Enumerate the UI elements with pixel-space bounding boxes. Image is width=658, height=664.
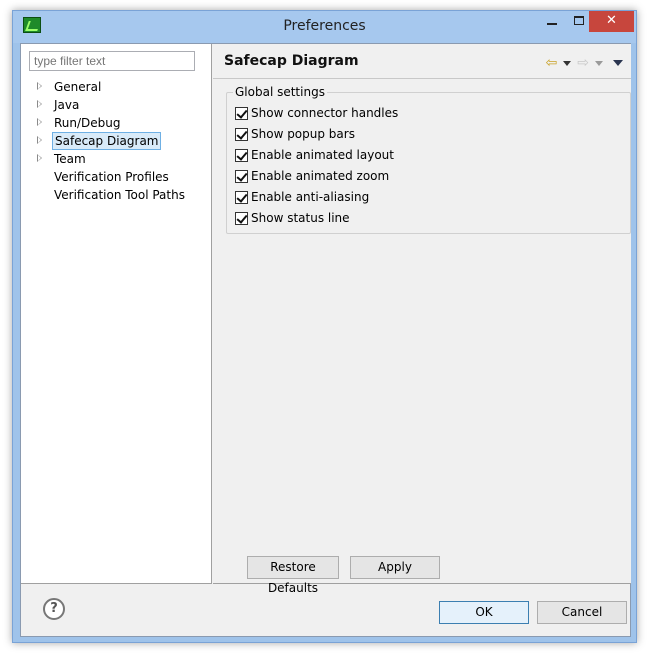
minimize-button[interactable] (539, 11, 565, 32)
tree-item-verification-tool-paths[interactable]: Verification Tool Paths (21, 186, 211, 204)
tree-item-label: Safecap Diagram (52, 132, 162, 150)
close-button[interactable]: ✕ (589, 11, 634, 32)
checkbox-label: Enable anti-aliasing (251, 190, 370, 204)
expand-icon[interactable] (37, 136, 42, 144)
expand-icon[interactable] (37, 154, 42, 162)
expand-icon[interactable] (37, 118, 42, 126)
tree-item-label: Team (54, 152, 86, 166)
checkbox[interactable] (235, 148, 248, 162)
checkbox[interactable] (235, 106, 248, 120)
tree-item-label: Run/Debug (54, 116, 121, 130)
page-navigation: ⇦ ⇨ (546, 56, 623, 70)
title-bar[interactable]: Preferences ✕ (13, 11, 636, 43)
tree-item-label: Verification Profiles (54, 170, 169, 184)
checkbox-enable-animated-zoom[interactable]: Enable animated zoom (235, 168, 389, 184)
tree-item-verification-profiles[interactable]: Verification Profiles (21, 168, 211, 186)
group-label: Global settings (233, 85, 327, 99)
checkbox-label: Enable animated zoom (251, 169, 390, 183)
tree-item-run-debug[interactable]: Run/Debug (21, 114, 211, 132)
expand-icon[interactable] (37, 82, 42, 90)
forward-history-dropdown-icon[interactable] (595, 60, 603, 66)
dialog-body: General Java Run/Debug Safecap Diagram T… (20, 43, 631, 637)
preference-tree: General Java Run/Debug Safecap Diagram T… (21, 78, 211, 204)
view-menu-icon[interactable] (613, 60, 623, 66)
checkbox[interactable] (235, 211, 248, 225)
expand-icon[interactable] (37, 100, 42, 108)
tree-item-label: Verification Tool Paths (54, 188, 185, 202)
filter-input[interactable] (29, 51, 195, 71)
forward-arrow-icon[interactable]: ⇨ (577, 56, 589, 70)
checkbox-enable-anti-aliasing[interactable]: Enable anti-aliasing (235, 189, 369, 205)
ok-button[interactable]: OK (439, 601, 529, 624)
tree-item-general[interactable]: General (21, 78, 211, 96)
back-arrow-icon[interactable]: ⇦ (546, 56, 558, 70)
tree-item-label: General (54, 80, 102, 94)
global-settings-group: Global settings Show connector handles S… (226, 85, 631, 234)
checkbox[interactable] (235, 190, 248, 204)
minimize-icon (547, 23, 557, 25)
apply-button[interactable]: Apply (350, 556, 440, 579)
preference-tree-pane: General Java Run/Debug Safecap Diagram T… (21, 44, 212, 584)
checkbox-show-status-line[interactable]: Show status line (235, 210, 350, 226)
preferences-window: Preferences ✕ General Java Run/Debug (12, 10, 637, 643)
checkbox-show-connector-handles[interactable]: Show connector handles (235, 105, 398, 121)
checkbox-enable-animated-layout[interactable]: Enable animated layout (235, 147, 394, 163)
preference-page: Safecap Diagram ⇦ ⇨ Global settings Show… (213, 44, 631, 584)
tree-item-label: Java (54, 98, 80, 112)
cancel-button[interactable]: Cancel (537, 601, 627, 624)
back-history-dropdown-icon[interactable] (563, 60, 572, 66)
checkbox-label: Show connector handles (251, 106, 399, 120)
checkbox-show-popup-bars[interactable]: Show popup bars (235, 126, 355, 142)
checkbox-label: Show popup bars (251, 127, 355, 141)
checkbox-label: Enable animated layout (251, 148, 394, 162)
page-title: Safecap Diagram (224, 53, 359, 69)
checkbox[interactable] (235, 127, 248, 141)
restore-defaults-button[interactable]: Restore Defaults (247, 556, 339, 595)
checkbox-label: Show status line (251, 211, 350, 225)
maximize-icon (574, 16, 584, 25)
help-icon[interactable]: ? (43, 598, 65, 620)
title-separator (213, 78, 631, 79)
tree-item-safecap-diagram[interactable]: Safecap Diagram (21, 132, 211, 150)
checkbox[interactable] (235, 169, 248, 183)
tree-item-java[interactable]: Java (21, 96, 211, 114)
tree-item-team[interactable]: Team (21, 150, 211, 168)
